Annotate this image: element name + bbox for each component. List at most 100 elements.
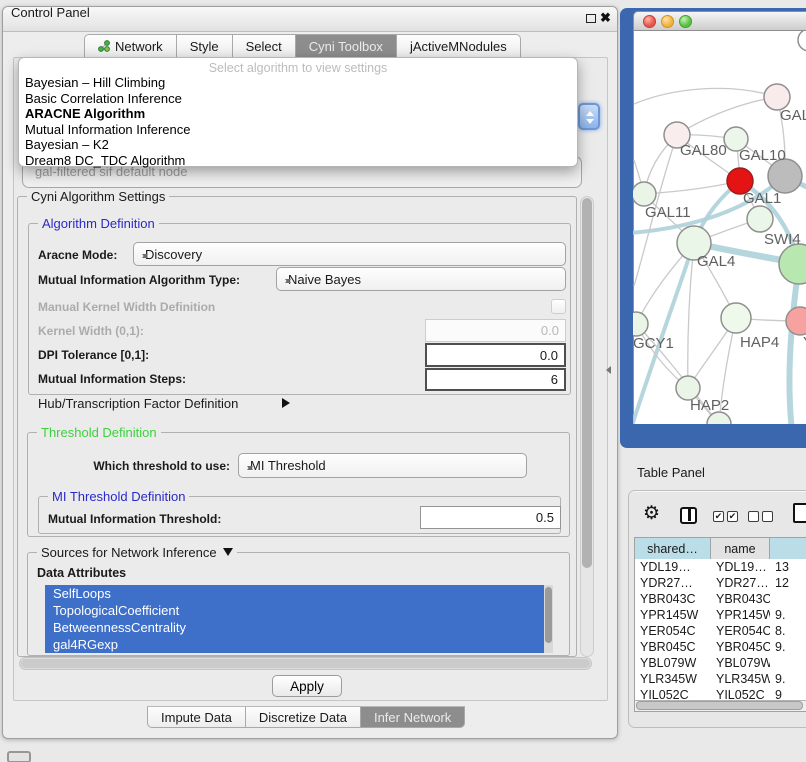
tab-select[interactable]: Select <box>233 34 296 57</box>
splitter-collapse-icon[interactable] <box>606 366 611 374</box>
network-node-gal11[interactable] <box>633 182 656 206</box>
mi-threshold-field[interactable]: 0.5 <box>420 506 561 529</box>
table-cell: YDL19… <box>635 559 711 575</box>
list-scrollbar-thumb[interactable] <box>545 587 552 643</box>
table-header-row: shared…name <box>635 538 806 559</box>
dropdown-item[interactable]: Bayesian – K2 <box>19 137 577 153</box>
mac-zoom-icon[interactable] <box>679 15 692 28</box>
table-row[interactable]: YBR043CYBR043C <box>635 591 806 607</box>
group-title: Algorithm Definition <box>38 216 159 231</box>
table-cell: YBR043C <box>635 591 711 607</box>
tab-label: Network <box>115 39 163 54</box>
table-row[interactable]: YBR045CYBR045C9. <box>635 639 806 655</box>
table-row[interactable]: YLR345WYLR345W9. <box>635 671 806 687</box>
network-node-swi4[interactable] <box>747 206 773 232</box>
expand-right-icon[interactable] <box>282 398 290 408</box>
table-row[interactable]: YDR27…YDR27…12 <box>635 575 806 591</box>
algorithm-combo-stepper[interactable] <box>578 103 600 130</box>
network-node[interactable] <box>779 244 806 284</box>
network-node-hap4[interactable] <box>721 303 751 333</box>
node-label: GAL4 <box>697 253 735 270</box>
dropdown-item[interactable]: Mutual Information Inference <box>19 122 577 138</box>
gear-icon[interactable]: ⚙ <box>643 503 660 525</box>
aracne-mode-combo[interactable]: Discovery <box>133 242 566 266</box>
table-panel-title: Table Panel <box>637 465 705 480</box>
table-cell: YBR045C <box>711 639 770 655</box>
dpi-tolerance-field[interactable]: 0.0 <box>425 343 566 367</box>
table-cell: 9. <box>770 639 806 655</box>
deselect-all-icon[interactable] <box>748 511 759 522</box>
hub-transcription-section-toggle[interactable]: Hub/Transcription Factor Definition <box>38 396 238 411</box>
minimized-panel-icon[interactable] <box>7 751 31 762</box>
dropdown-item[interactable]: Dream8 DC_TDC Algorithm <box>19 153 577 169</box>
table-doc-icon[interactable] <box>793 503 806 523</box>
table-cell: 13 <box>770 559 806 575</box>
tab-impute-data[interactable]: Impute Data <box>147 706 246 728</box>
table-row[interactable]: YPR145WYPR145W9. <box>635 607 806 623</box>
combo-value: MI Threshold <box>250 458 326 473</box>
data-attributes-list[interactable]: SelfLoopsTopologicalCoefficientBetweenne… <box>45 585 553 653</box>
deselect-all-icon[interactable] <box>762 511 773 522</box>
tab-infer-network[interactable]: Infer Network <box>361 706 465 728</box>
network-window-titlebar[interactable] <box>633 11 806 31</box>
tab-cyni-toolbox[interactable]: Cyni Toolbox <box>296 34 397 57</box>
dropdown-item[interactable]: Basic Correlation Inference <box>19 91 577 107</box>
tab-style[interactable]: Style <box>177 34 233 57</box>
which-threshold-combo[interactable]: MI Threshold <box>238 453 527 478</box>
tab-label: jActiveMNodules <box>410 39 507 54</box>
mi-steps-field[interactable]: 6 <box>425 368 566 391</box>
table-cell: 9. <box>770 671 806 687</box>
table-row[interactable]: YBL079WYBL079W <box>635 655 806 671</box>
network-node[interactable] <box>768 159 802 193</box>
dropdown-item[interactable]: ARACNE Algorithm <box>19 106 577 122</box>
table-cell: YDR27… <box>635 575 711 591</box>
group-title: Cyni Algorithm Settings <box>27 189 169 204</box>
table-cell: 8. <box>770 623 806 639</box>
settings-vertical-scrollbar-thumb[interactable] <box>582 198 592 568</box>
collapse-down-icon <box>223 548 233 556</box>
list-item[interactable]: BetweennessCentrality <box>45 619 553 636</box>
apply-button[interactable]: Apply <box>272 675 342 697</box>
tab-jactivemnodules[interactable]: jActiveMNodules <box>397 34 521 57</box>
node-label: GAL1 <box>743 190 781 207</box>
mac-minimize-icon[interactable] <box>661 15 674 28</box>
dropdown-item[interactable]: Bayesian – Hill Climbing <box>19 75 577 91</box>
network-node-gcy1[interactable] <box>633 312 648 336</box>
table-body: YDL19…YDL19…13YDR27…YDR27…12YBR043CYBR04… <box>635 559 806 703</box>
control-panel-titlebar <box>3 7 617 32</box>
table-cell: YDL19… <box>711 559 770 575</box>
table-row[interactable]: YDL19…YDL19…13 <box>635 559 806 575</box>
select-all-icon[interactable]: ✔ <box>727 511 738 522</box>
tab-network[interactable]: Network <box>84 34 177 57</box>
column-header[interactable]: shared… <box>635 538 711 559</box>
tab-discretize-data[interactable]: Discretize Data <box>246 706 361 728</box>
select-all-icon[interactable]: ✔ <box>713 511 724 522</box>
mac-close-icon[interactable] <box>643 15 656 28</box>
network-graph: GALGAL80GAL10GAL1GAL11SWI4GAL4GCY1HAP4YH… <box>633 31 806 424</box>
table-cell: 12 <box>770 575 806 591</box>
table-row[interactable]: YER054CYER054C8. <box>635 623 806 639</box>
table-horizontal-scrollbar-thumb[interactable] <box>636 701 803 710</box>
group-title: Sources for Network Inference <box>41 545 217 560</box>
column-header[interactable] <box>770 538 806 559</box>
mi-algorithm-type-combo[interactable]: Naive Bayes <box>276 267 566 291</box>
network-node-y[interactable] <box>786 307 806 335</box>
node-label: HAP4 <box>740 334 779 351</box>
close-icon[interactable]: ✖ <box>600 10 611 26</box>
bottom-tabbar: Impute DataDiscretize DataInfer Network <box>147 706 465 728</box>
table-cell: YLR345W <box>711 671 770 687</box>
dropdown-items: Bayesian – Hill ClimbingBasic Correlatio… <box>19 75 577 169</box>
table-cell: YBL079W <box>635 655 711 671</box>
table-cell: YER054C <box>635 623 711 639</box>
float-window-icon[interactable] <box>586 14 596 23</box>
settings-horizontal-scrollbar-thumb[interactable] <box>21 659 590 668</box>
network-node[interactable] <box>798 31 806 51</box>
combo-value: Discovery <box>145 247 202 262</box>
list-item[interactable]: TopologicalCoefficient <box>45 602 553 619</box>
sources-section-toggle[interactable]: Sources for Network Inference <box>37 545 237 560</box>
dropdown-placeholder: Select algorithm to view settings <box>19 61 577 75</box>
column-header[interactable]: name <box>711 538 770 559</box>
column-layout-icon[interactable] <box>680 507 697 524</box>
list-item[interactable]: gal4RGexp <box>45 636 553 653</box>
list-item[interactable]: SelfLoops <box>45 585 553 602</box>
